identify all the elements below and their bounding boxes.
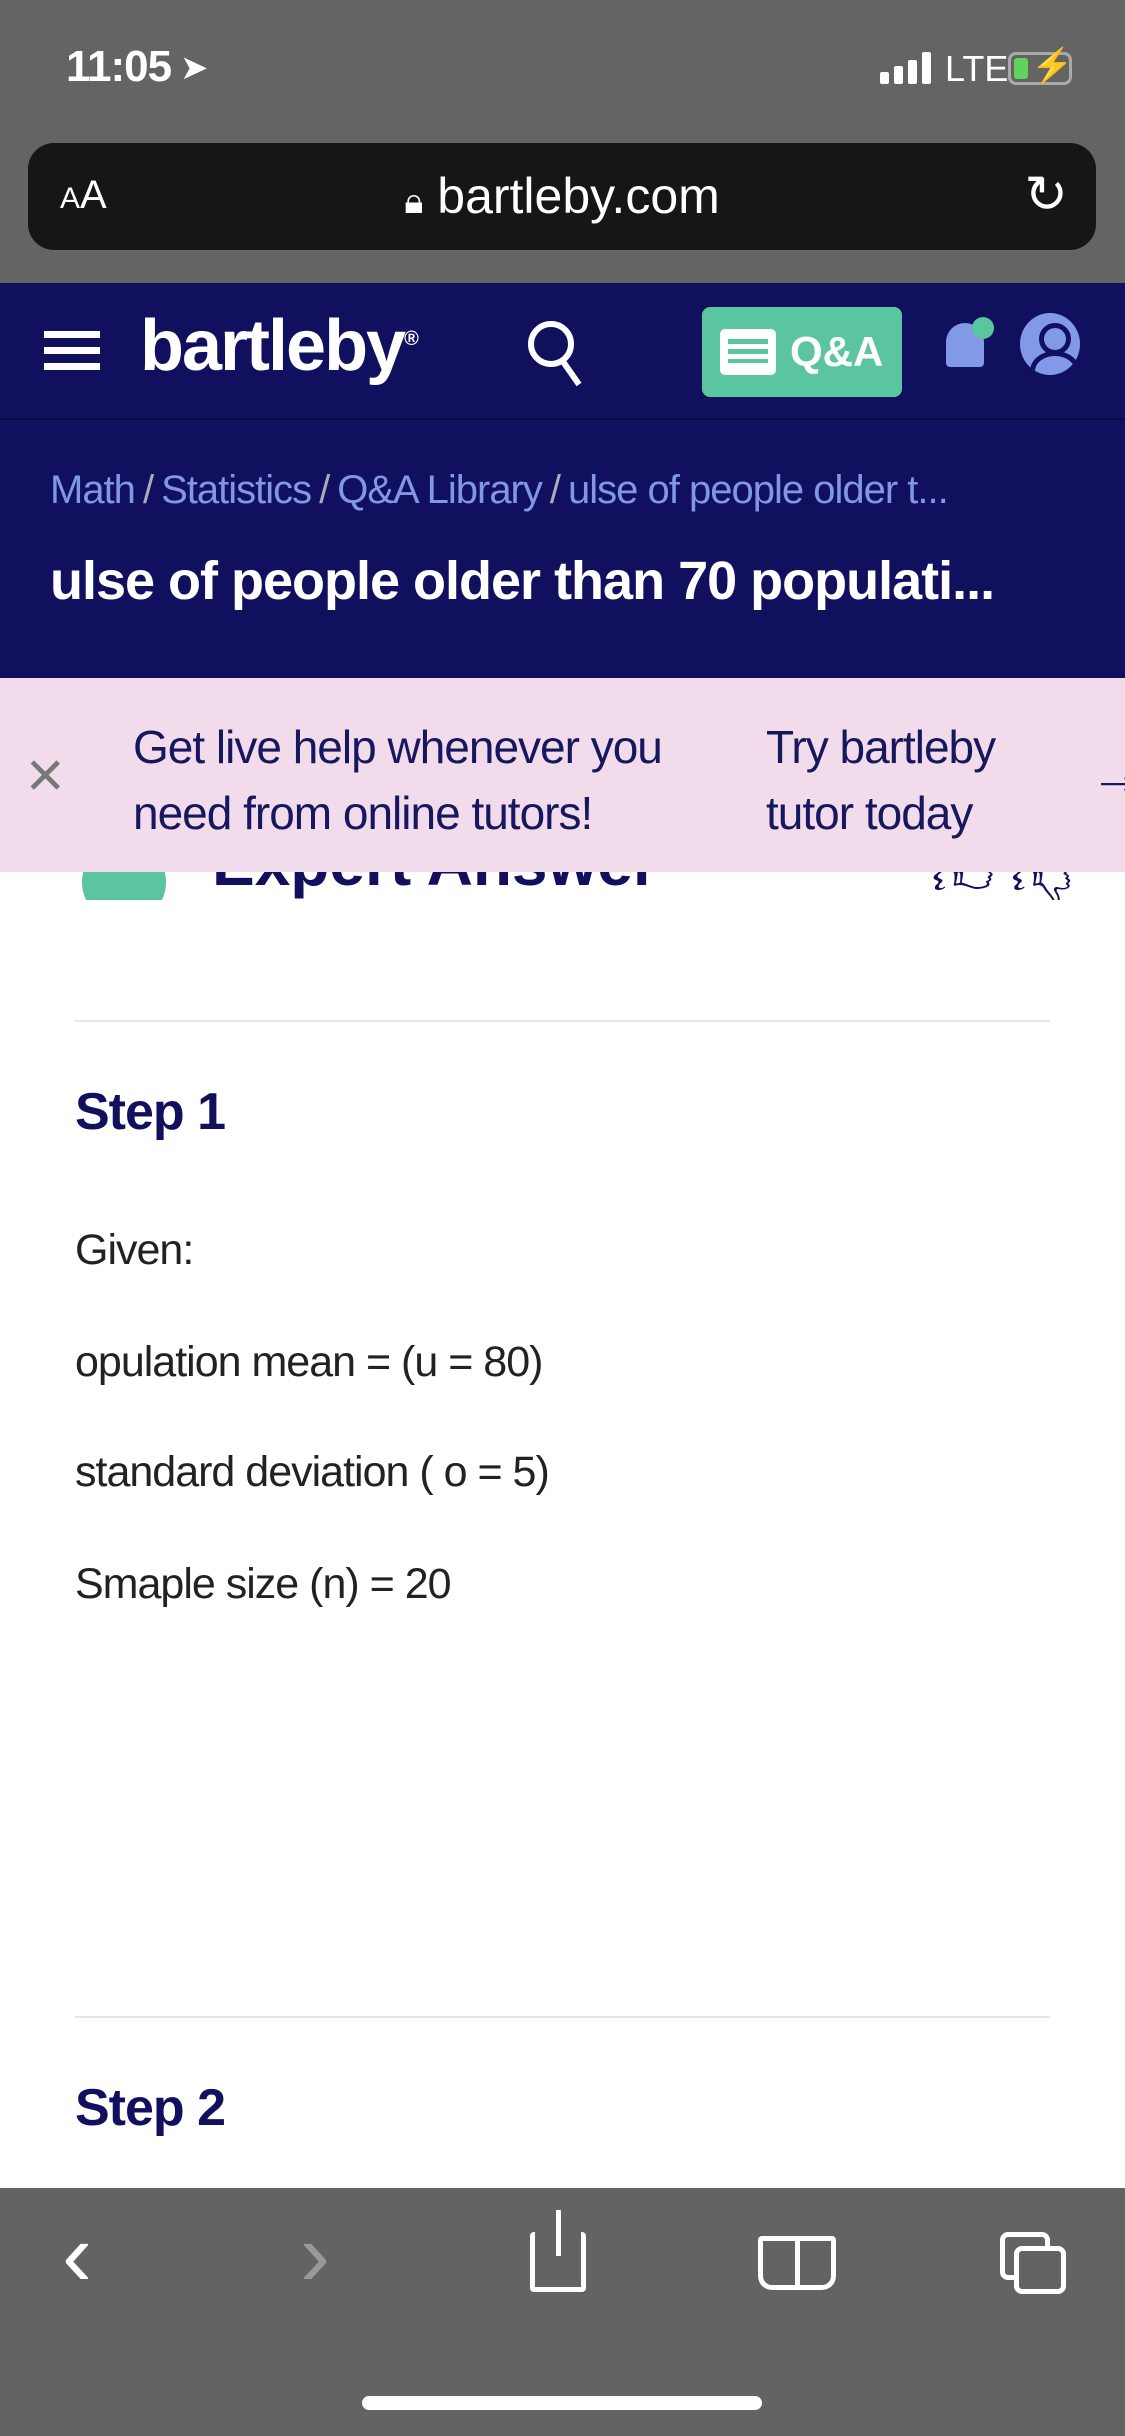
notification-bell-icon[interactable] (942, 313, 994, 379)
back-icon[interactable]: ‹ (62, 2210, 92, 2300)
location-arrow-icon: ➤ (180, 49, 209, 87)
banner-message: Get live help whenever you need from onl… (133, 721, 663, 839)
step-line: standard deviation ( o = 5) (75, 1448, 550, 1496)
step-2-title: Step 2 (75, 2079, 226, 2137)
breadcrumb-qa-library[interactable]: Q&A Library (337, 468, 543, 512)
reload-icon[interactable]: ↻ (1024, 165, 1068, 225)
home-indicator[interactable] (362, 2396, 762, 2410)
hamburger-menu-icon[interactable] (44, 331, 100, 379)
step-line: opulation mean = (u = 80) (75, 1338, 543, 1386)
divider (75, 2016, 1050, 2018)
tutor-promo-banner: × Get live help whenever you need from o… (0, 678, 1125, 872)
close-icon[interactable]: × (26, 736, 65, 812)
notification-dot (972, 317, 994, 339)
bookmarks-icon[interactable] (758, 2236, 836, 2290)
page-title: ulse of people older than 70 populati... (50, 551, 995, 611)
search-icon[interactable] (528, 321, 574, 367)
bartleby-logo[interactable]: bartleby® (140, 305, 419, 387)
url-text: bartleby.com (437, 168, 720, 224)
qa-button[interactable]: Q&A (702, 307, 902, 397)
breadcrumb-separator: / (142, 468, 154, 512)
registered-mark: ® (404, 328, 419, 350)
address-bar[interactable]: AA 🔒︎ bartleby.com ↻ (28, 143, 1096, 250)
chat-bubble-icon (720, 329, 776, 375)
breadcrumb-math[interactable]: Math (50, 468, 136, 512)
forward-icon[interactable]: › (300, 2210, 330, 2300)
breadcrumb-separator: / (319, 468, 330, 512)
clock: 11:05 (66, 42, 172, 91)
status-bar: 11:05 ➤ LTE ⚡ AA 🔒︎ bartleby.com ↻ (0, 0, 1125, 283)
banner-cta-link[interactable]: Try bartleby tutor today (766, 714, 1066, 846)
share-icon[interactable] (530, 2210, 586, 2292)
divider (75, 1020, 1050, 1022)
breadcrumb-separator: / (549, 468, 561, 512)
breadcrumb-statistics[interactable]: Statistics (161, 468, 312, 512)
account-avatar-icon[interactable] (1020, 313, 1080, 375)
breadcrumb-current[interactable]: ulse of people older t... (568, 468, 949, 512)
url-field[interactable]: 🔒︎ bartleby.com (28, 167, 1096, 225)
step-1-title: Step 1 (75, 1083, 226, 1141)
qa-label: Q&A (790, 328, 884, 375)
site-header: bartleby® Q&A (0, 283, 1125, 420)
step-line: Given: (75, 1226, 194, 1274)
step-line: Smaple size (n) = 20 (75, 1560, 452, 1608)
arrow-icon[interactable]: → (1090, 744, 1125, 806)
page-hero: Math / Statistics / Q&A Library / ulse of peop… (0, 420, 1125, 678)
breadcrumb: Math / Statistics / Q&A Library / ulse of peop… (50, 468, 949, 513)
lock-icon: 🔒︎ (404, 180, 424, 221)
battery-charging-icon: ⚡ (1008, 49, 1073, 85)
logo-text: bartleby (140, 306, 406, 386)
signal-icon (880, 52, 931, 84)
network-label: LTE (945, 48, 1009, 89)
tabs-icon[interactable] (1000, 2232, 1066, 2294)
